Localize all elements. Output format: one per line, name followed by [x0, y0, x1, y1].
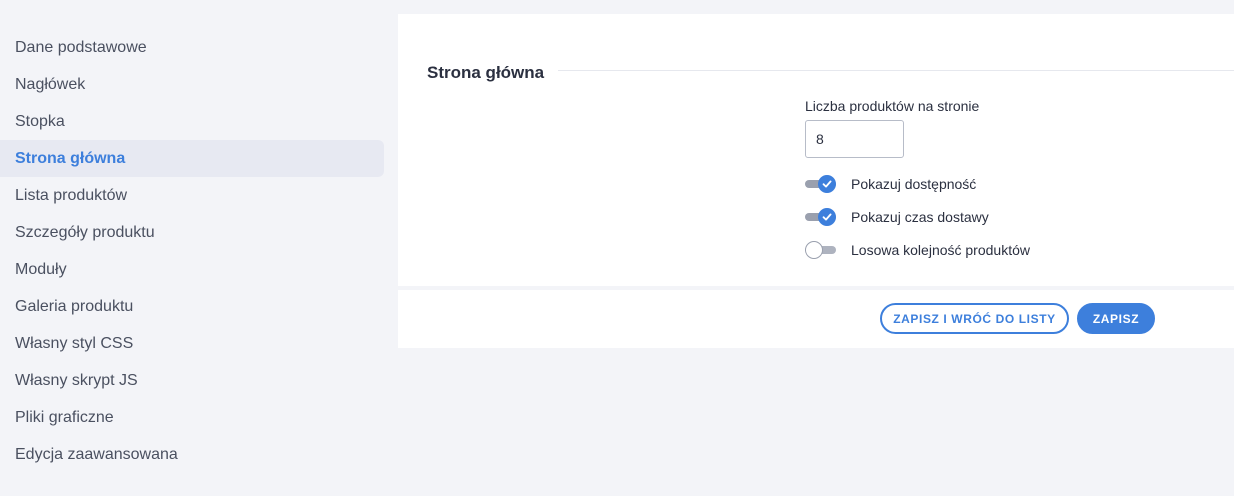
sidebar: Dane podstawowe Nagłówek Stopka Strona g…: [0, 29, 384, 473]
save-button[interactable]: ZAPISZ: [1077, 303, 1155, 334]
settings-panel: Strona główna Liczba produktów na stroni…: [398, 14, 1234, 348]
sidebar-item-moduly[interactable]: Moduły: [0, 251, 384, 288]
sidebar-item-wlasny-styl-css[interactable]: Własny styl CSS: [0, 325, 384, 362]
random-order-toggle[interactable]: [805, 240, 836, 260]
sidebar-item-dane-podstawowe[interactable]: Dane podstawowe: [0, 29, 384, 66]
sidebar-item-pliki-graficzne[interactable]: Pliki graficzne: [0, 399, 384, 436]
sidebar-item-strona-glowna[interactable]: Strona główna: [0, 140, 384, 177]
sidebar-item-galeria-produktu[interactable]: Galeria produktu: [0, 288, 384, 325]
sidebar-item-lista-produktow[interactable]: Lista produktów: [0, 177, 384, 214]
products-per-page-input[interactable]: [805, 120, 904, 158]
availability-toggle-label: Pokazuj dostępność: [851, 176, 977, 192]
products-per-page-label: Liczba produktów na stronie: [805, 98, 980, 114]
footer-divider: [398, 286, 1234, 290]
toggle-knob: [805, 241, 823, 259]
section-divider: [558, 70, 1234, 71]
delivery-time-toggle[interactable]: [805, 207, 836, 227]
sidebar-item-wlasny-skrypt-js[interactable]: Własny skrypt JS: [0, 362, 384, 399]
toggle-row-random-order[interactable]: Losowa kolejność produktów: [805, 240, 1030, 260]
sidebar-item-stopka[interactable]: Stopka: [0, 103, 384, 140]
sidebar-item-naglowek[interactable]: Nagłówek: [0, 66, 384, 103]
delivery-time-toggle-label: Pokazuj czas dostawy: [851, 209, 989, 225]
availability-toggle[interactable]: [805, 174, 836, 194]
toggle-row-availability[interactable]: Pokazuj dostępność: [805, 174, 976, 194]
checkmark-icon: [818, 175, 836, 193]
checkmark-icon: [818, 208, 836, 226]
save-and-back-button[interactable]: ZAPISZ I WRÓĆ DO LISTY: [880, 303, 1069, 334]
random-order-toggle-label: Losowa kolejność produktów: [851, 242, 1030, 258]
sidebar-item-edycja-zaawansowana[interactable]: Edycja zaawansowana: [0, 436, 384, 473]
sidebar-item-szczegoly-produktu[interactable]: Szczegóły produktu: [0, 214, 384, 251]
toggle-row-delivery-time[interactable]: Pokazuj czas dostawy: [805, 207, 989, 227]
section-title: Strona główna: [427, 63, 545, 82]
